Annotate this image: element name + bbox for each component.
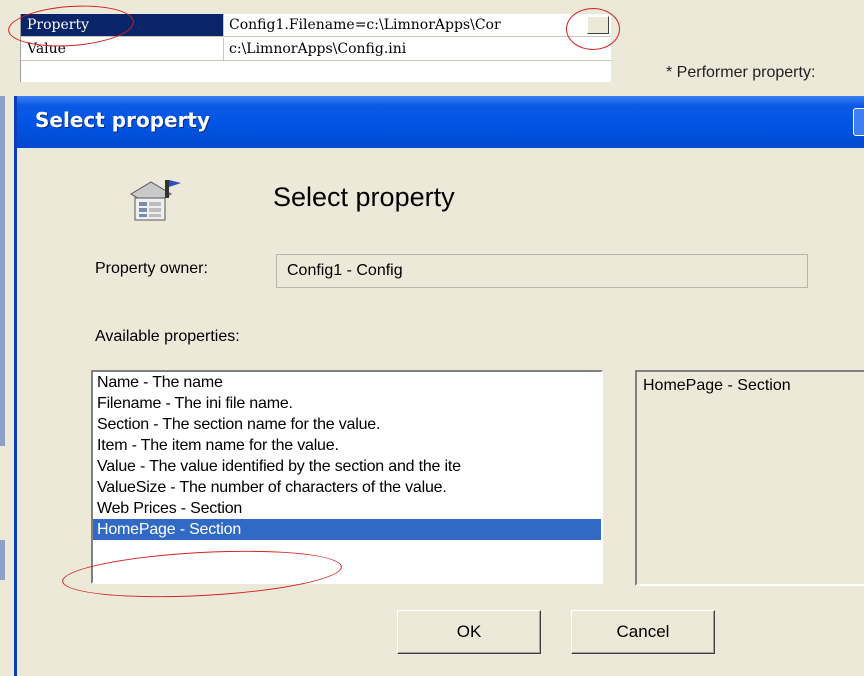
dialog-titlebar[interactable]: Select property [17, 96, 864, 148]
dialog-heading: Select property [273, 182, 455, 212]
grid-row-value[interactable]: Value c:\LimnorApps\Config.ini [21, 38, 611, 61]
list-item[interactable]: Item - The item name for the value. [93, 435, 601, 456]
grid-row-property[interactable]: Property Config1.Filename=c:\LimnorApps\… [21, 14, 611, 37]
select-property-dialog: Select property Select property Property… [14, 96, 864, 676]
property-sheet-icon [125, 174, 183, 228]
list-item[interactable]: ValueSize - The number of characters of … [93, 477, 601, 498]
grid-cell-value-name[interactable]: Value [21, 38, 224, 60]
property-owner-label: Property owner: [95, 260, 208, 277]
side-strip [0, 96, 5, 446]
list-item-selected[interactable]: HomePage - Section [93, 519, 601, 540]
grid-cell-property-name[interactable]: Property [21, 14, 224, 36]
dialog-title: Select property [35, 108, 211, 132]
list-item[interactable]: Filename - The ini file name. [93, 393, 601, 414]
list-item[interactable]: Section - The section name for the value… [93, 414, 601, 435]
performer-note: * Performer property: [666, 64, 816, 81]
side-strip-lower [0, 540, 5, 580]
selected-property-description: HomePage - Section [635, 370, 864, 586]
ok-button[interactable]: OK [397, 610, 541, 654]
property-grid: Property Config1.Filename=c:\LimnorApps\… [20, 14, 611, 82]
list-item[interactable]: Value - The value identified by the sect… [93, 456, 601, 477]
grid-cell-value-value[interactable]: c:\LimnorApps\Config.ini [225, 38, 609, 60]
grid-cell-property-value[interactable]: Config1.Filename=c:\LimnorApps\Cor [225, 14, 609, 36]
list-item[interactable]: Web Prices - Section [93, 498, 601, 519]
cancel-button[interactable]: Cancel [571, 610, 715, 654]
property-owner-field: Config1 - Config [276, 254, 808, 288]
ellipsis-button[interactable] [587, 16, 609, 34]
minimize-button-icon[interactable] [853, 108, 864, 136]
list-item[interactable]: Name - The name [93, 372, 601, 393]
available-properties-label: Available properties: [95, 328, 240, 345]
available-properties-list[interactable]: Name - The name Filename - The ini file … [91, 370, 603, 584]
